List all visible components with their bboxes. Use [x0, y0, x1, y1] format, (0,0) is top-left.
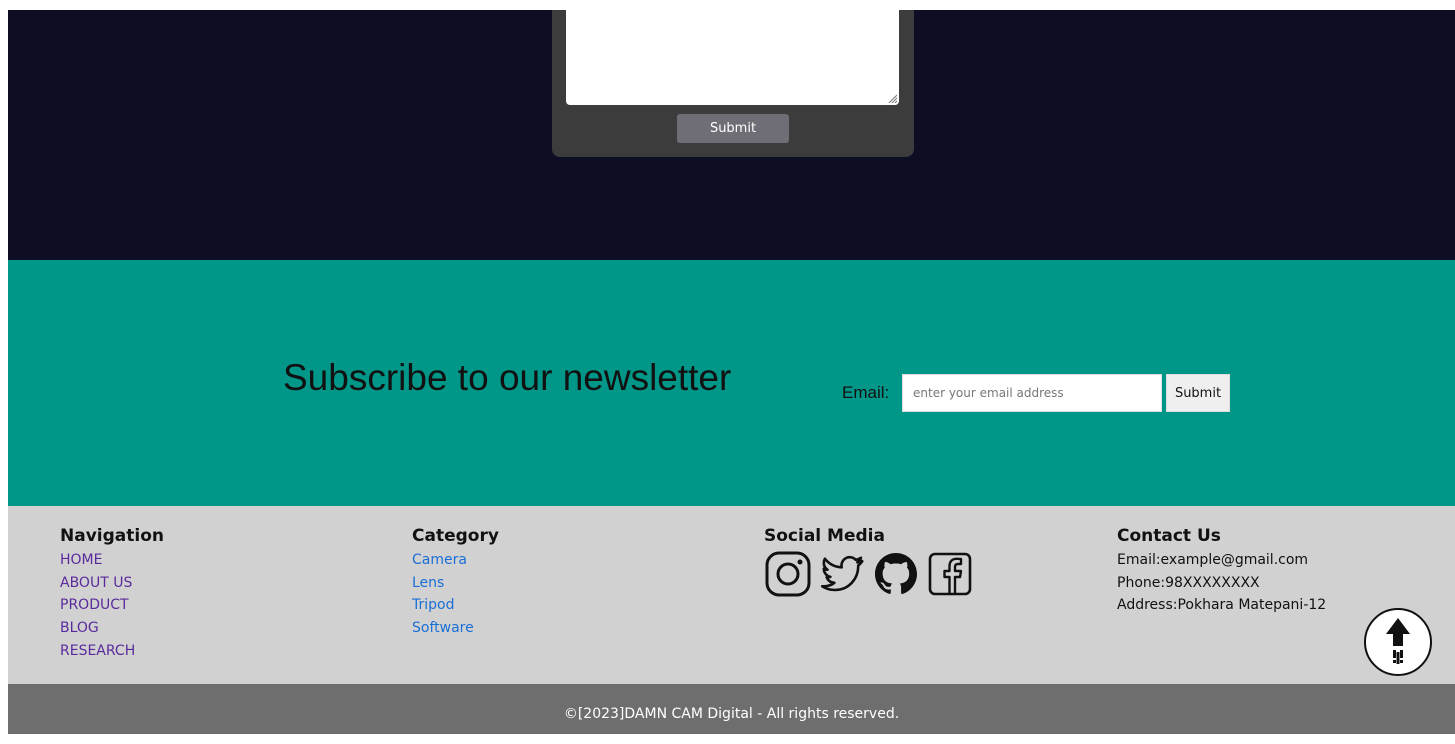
instagram-icon[interactable] — [764, 550, 812, 598]
footer-social: Social Media — [764, 526, 974, 598]
newsletter-section: Subscribe to our newsletter Email: Submi… — [8, 260, 1455, 506]
contact-heading: Contact Us — [1117, 526, 1221, 546]
footer-contact: Contact Us Email:example@gmail.com Phone… — [1117, 526, 1326, 617]
nav-link-home[interactable]: HOME — [60, 552, 102, 568]
category-heading: Category — [412, 526, 499, 546]
newsletter-submit-button[interactable]: Submit — [1166, 374, 1230, 412]
social-icon-row — [764, 550, 974, 598]
resize-grip-icon[interactable] — [887, 93, 897, 103]
contact-section: Submit — [8, 10, 1455, 260]
email-label: Email: — [842, 383, 890, 402]
nav-link-research[interactable]: RESEARCH — [60, 643, 135, 659]
social-heading: Social Media — [764, 526, 885, 546]
nav-link-product[interactable]: PRODUCT — [60, 597, 129, 613]
nav-link-about-us[interactable]: ABOUT US — [60, 575, 132, 591]
copyright-text: ©[2023]DAMN CAM Digital - All rights res… — [563, 706, 900, 722]
navigation-heading: Navigation — [60, 526, 164, 546]
copyright-bar: ©[2023]DAMN CAM Digital - All rights res… — [8, 684, 1455, 734]
footer-navigation: Navigation HOME ABOUT US PRODUCT BLOG RE… — [60, 526, 164, 663]
category-link-camera[interactable]: Camera — [412, 552, 467, 568]
scroll-top-button[interactable] — [1364, 608, 1432, 676]
page: Submit Subscribe to our newsletter Email… — [8, 10, 1455, 734]
contact-form-card: Submit — [552, 10, 914, 157]
nav-link-blog[interactable]: BLOG — [60, 620, 99, 636]
category-link-software[interactable]: Software — [412, 620, 474, 636]
contact-submit-button[interactable]: Submit — [677, 114, 789, 143]
category-link-tripod[interactable]: Tripod — [412, 597, 454, 613]
newsletter-title: Subscribe to our newsletter — [283, 357, 732, 398]
twitter-icon[interactable] — [818, 550, 866, 598]
newsletter-email-input[interactable] — [902, 374, 1162, 412]
github-icon[interactable] — [872, 550, 920, 598]
arrow-up-icon — [1386, 618, 1410, 664]
contact-phone: Phone:98XXXXXXXX — [1117, 574, 1260, 591]
category-link-lens[interactable]: Lens — [412, 575, 444, 591]
footer-category: Category Camera Lens Tripod Software — [412, 526, 499, 640]
message-textarea[interactable] — [566, 10, 899, 105]
contact-address: Address:Pokhara Matepani-12 — [1117, 597, 1327, 614]
site-footer: Navigation HOME ABOUT US PRODUCT BLOG RE… — [8, 506, 1455, 684]
facebook-icon[interactable] — [926, 550, 974, 598]
contact-email: Email:example@gmail.com — [1117, 552, 1309, 568]
